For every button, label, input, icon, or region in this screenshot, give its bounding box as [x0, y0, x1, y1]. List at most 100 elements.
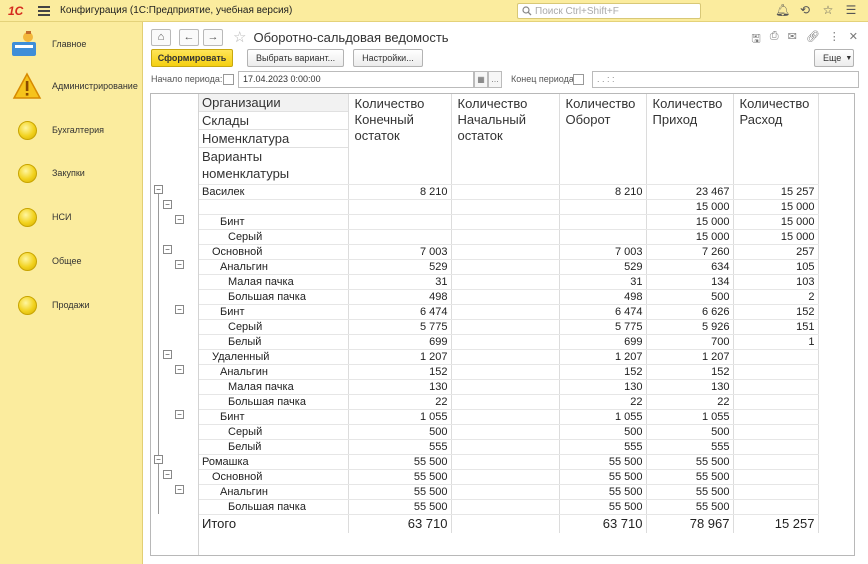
table-row[interactable]: Белый 699 699 700 1: [199, 334, 819, 350]
collapse-toggle-icon[interactable]: −: [154, 185, 163, 194]
sidebar-item-accounting[interactable]: Бухгалтерия: [0, 112, 143, 148]
table-row[interactable]: Малая пачка 130 130 130: [199, 379, 819, 395]
sidebar-item-administration[interactable]: Администрирование: [0, 68, 143, 104]
period-start-field[interactable]: 17.04.2023 0:00:00: [238, 71, 474, 88]
back-button[interactable]: ←: [179, 28, 199, 46]
table-row[interactable]: Анальгин 55 500 55 500 55 500: [199, 484, 819, 500]
row-name-cell: Основной: [199, 244, 349, 260]
value-cell: 1 055: [646, 409, 734, 425]
page-title: Оборотно-сальдовая ведомость: [253, 29, 449, 45]
table-row[interactable]: Основной 55 500 55 500 55 500: [199, 469, 819, 485]
collapse-toggle-icon[interactable]: −: [163, 200, 172, 209]
sidebar-item-label: Продажи: [52, 300, 90, 310]
table-row[interactable]: Серый 5 775 5 775 5 926 151: [199, 319, 819, 335]
value-cell: 130: [646, 379, 734, 395]
value-cell: 105: [733, 259, 819, 275]
sidebar-item-label: НСИ: [52, 212, 72, 222]
menu-icon[interactable]: [38, 5, 50, 16]
home-button[interactable]: ⌂: [151, 28, 171, 46]
total-value-cell: 63 710: [559, 514, 647, 533]
settings-button[interactable]: Настройки...: [353, 49, 423, 67]
collapse-toggle-icon[interactable]: −: [175, 305, 184, 314]
link-icon[interactable]: 🔗︎: [806, 30, 820, 49]
table-row[interactable]: Большая пачка 22 22 22: [199, 394, 819, 410]
sidebar-item-nsi[interactable]: НСИ: [0, 199, 143, 235]
value-cell: [733, 364, 819, 380]
favorites-icon[interactable]: ☆: [821, 3, 835, 17]
value-cell: 22: [348, 394, 452, 410]
collapse-toggle-icon[interactable]: −: [175, 485, 184, 494]
table-row[interactable]: 15 000 15 000: [199, 199, 819, 215]
search-input[interactable]: [535, 5, 695, 17]
value-cell: 7 003: [348, 244, 452, 260]
history-icon[interactable]: ⟲: [798, 3, 812, 17]
generate-button[interactable]: Сформировать: [151, 49, 233, 67]
period-end-checkbox[interactable]: [573, 74, 584, 85]
table-row[interactable]: Основной 7 003 7 003 7 260 257: [199, 244, 819, 260]
favorite-star-icon[interactable]: ☆: [233, 28, 246, 46]
table-row[interactable]: Удаленный 1 207 1 207 1 207: [199, 349, 819, 365]
table-row[interactable]: Серый 500 500 500: [199, 424, 819, 440]
collapse-toggle-icon[interactable]: −: [163, 470, 172, 479]
table-row[interactable]: Малая пачка 31 31 134 103: [199, 274, 819, 290]
global-search[interactable]: [517, 3, 701, 19]
table-row[interactable]: Белый 555 555 555: [199, 439, 819, 455]
collapse-toggle-icon[interactable]: −: [163, 350, 172, 359]
value-cell: [733, 349, 819, 365]
home-icon: [12, 31, 36, 56]
more-button[interactable]: Еще ▼: [814, 49, 854, 67]
collapse-toggle-icon[interactable]: −: [175, 215, 184, 224]
table-row[interactable]: Большая пачка 55 500 55 500 55 500: [199, 499, 819, 515]
value-cell: 55 500: [559, 484, 647, 500]
calendar-icon[interactable]: ▦: [474, 71, 488, 88]
table-row[interactable]: Бинт 1 055 1 055 1 055: [199, 409, 819, 425]
sidebar-item-main[interactable]: Главное: [0, 26, 143, 62]
value-cell: [451, 484, 560, 500]
report-spreadsheet[interactable]: − − − − − − − − − − − − Организации Скла…: [150, 93, 855, 556]
value-cell: 55 500: [559, 469, 647, 485]
value-cell: 31: [559, 274, 647, 290]
collapse-toggle-icon[interactable]: −: [175, 410, 184, 419]
dim-header-variants: Варианты номенклатуры: [202, 149, 290, 181]
value-cell: [451, 214, 560, 230]
table-row[interactable]: Бинт 15 000 15 000: [199, 214, 819, 230]
table-row[interactable]: Бинт 6 474 6 474 6 626 152: [199, 304, 819, 320]
row-name-cell: Анальгин: [199, 364, 349, 380]
sidebar-item-sales[interactable]: Продажи: [0, 287, 143, 323]
collapse-toggle-icon[interactable]: −: [154, 455, 163, 464]
notifications-icon[interactable]: 🔔︎: [775, 3, 790, 17]
value-cell: [733, 499, 819, 515]
collapse-toggle-icon[interactable]: −: [175, 260, 184, 269]
sidebar-item-purchases[interactable]: Закупки: [0, 155, 143, 191]
period-menu-icon[interactable]: …: [488, 71, 502, 88]
value-cell: 500: [646, 289, 734, 305]
sidebar-item-general[interactable]: Общее: [0, 243, 143, 279]
row-name-cell: Серый: [199, 424, 349, 440]
value-cell: 498: [348, 289, 452, 305]
warning-icon: [12, 72, 42, 99]
value-cell: 1 055: [559, 409, 647, 425]
select-variant-button[interactable]: Выбрать вариант...: [247, 49, 345, 67]
table-row[interactable]: Василек 8 210 8 210 23 467 15 257: [199, 184, 819, 200]
close-icon[interactable]: ✕: [849, 30, 858, 49]
table-row[interactable]: Анальгин 152 152 152: [199, 364, 819, 380]
col-header-line: остаток: [457, 128, 503, 143]
save-icon[interactable]: 🖫︎: [751, 30, 760, 49]
period-start-checkbox[interactable]: [223, 74, 234, 85]
table-row[interactable]: Серый 15 000 15 000: [199, 229, 819, 245]
period-end-field[interactable]: . . : :: [592, 71, 859, 88]
functions-menu-icon[interactable]: ☰: [844, 3, 858, 17]
collapse-toggle-icon[interactable]: −: [175, 365, 184, 374]
total-value-cell: 15 257: [733, 514, 819, 533]
table-row[interactable]: Ромашка 55 500 55 500 55 500: [199, 454, 819, 470]
table-row[interactable]: Анальгин 529 529 634 105: [199, 259, 819, 275]
table-row[interactable]: Большая пачка 498 498 500 2: [199, 289, 819, 305]
collapse-toggle-icon[interactable]: −: [163, 245, 172, 254]
attach-icon[interactable]: ✉︎: [788, 30, 797, 49]
more-actions-icon[interactable]: ⋮: [829, 30, 840, 49]
value-cell: 8 210: [348, 184, 452, 200]
coin-icon: [18, 251, 37, 271]
forward-button[interactable]: →: [203, 28, 223, 46]
value-cell: [559, 229, 647, 245]
print-icon[interactable]: ⎙: [770, 30, 779, 49]
